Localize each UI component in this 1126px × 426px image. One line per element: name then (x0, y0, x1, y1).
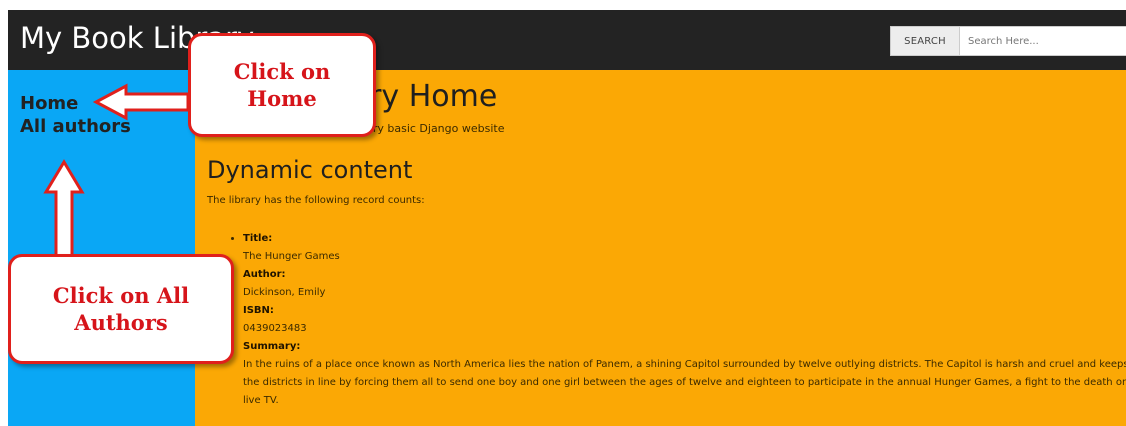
home-callout: Click on Home (188, 33, 376, 137)
arrow-to-authors-icon (43, 159, 85, 258)
page-frame: My Book Library SEARCH Home All authors … (8, 10, 1126, 426)
arrow-to-home-icon (92, 83, 190, 121)
authors-callout: Click on All Authors (8, 254, 234, 364)
